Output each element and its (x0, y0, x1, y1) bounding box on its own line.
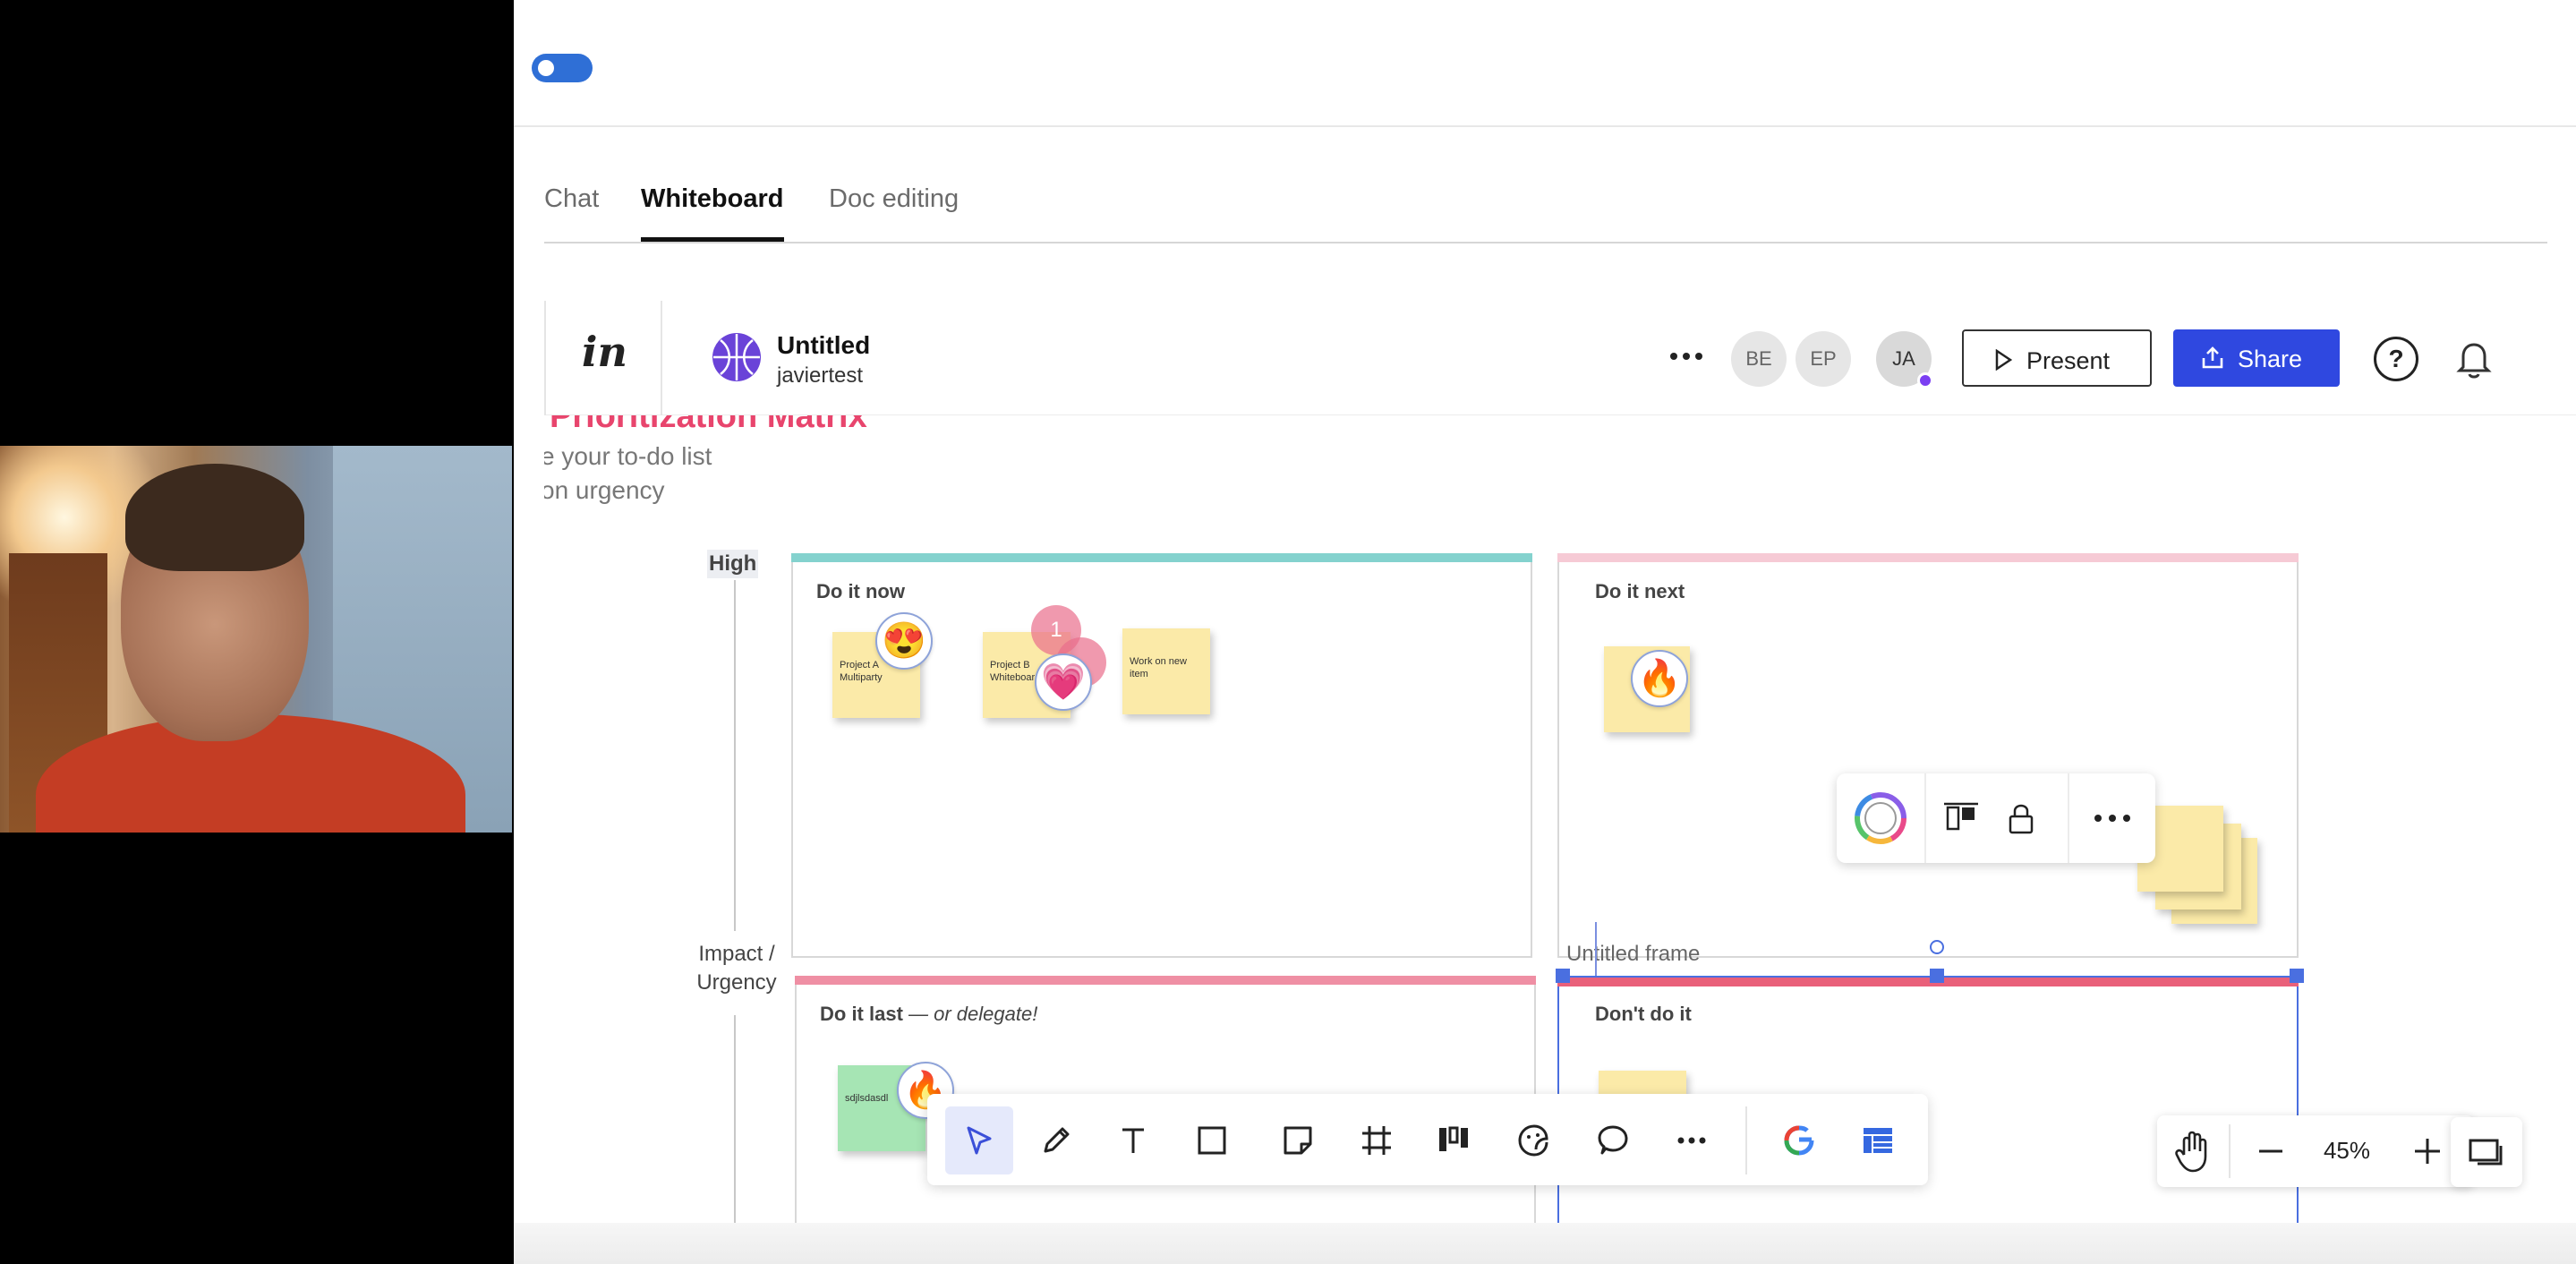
more-icon (1677, 1137, 1706, 1144)
share-label: Share (2238, 346, 2303, 372)
invision-logo[interactable]: in (544, 301, 662, 415)
whiteboard-frame: in Untitled javiertest BE EP JA Present … (544, 301, 2576, 1223)
whiteboard-header: in Untitled javiertest BE EP JA Present … (544, 301, 2576, 415)
doc-owner: javiertest (777, 363, 864, 388)
main-toolbar (927, 1094, 1928, 1185)
sticky-note-work-new[interactable]: Work on new item (1122, 628, 1210, 714)
quadrant-title: Don't do it (1595, 1003, 1692, 1025)
grid-frame-icon (1362, 1126, 1391, 1155)
help-icon[interactable]: ? (2374, 337, 2418, 381)
sticker-tool[interactable] (1500, 1106, 1568, 1174)
quadrant-bar (1557, 978, 2299, 986)
axis-label-high: High (707, 550, 759, 578)
color-wheel-icon[interactable] (1837, 773, 1924, 863)
heart-reaction-icon[interactable]: 💗 (1035, 653, 1092, 711)
text-tool[interactable] (1099, 1106, 1167, 1174)
google-icon (1784, 1125, 1814, 1156)
quadrant-title-main: Do it last (820, 1003, 903, 1025)
pencil-icon (1044, 1127, 1070, 1153)
divider (2229, 1124, 2231, 1178)
logo-text: in (582, 328, 627, 376)
quadrant-bar (795, 976, 1536, 985)
axis-label-impact-line1: Impact / (698, 942, 775, 966)
axis-line-top (734, 580, 736, 931)
context-toolbar (1837, 773, 2155, 863)
fire-reaction-icon[interactable]: 🔥 (1631, 650, 1688, 707)
zoom-level[interactable]: 45% (2311, 1137, 2383, 1165)
minimap-toggle-icon[interactable] (2451, 1117, 2522, 1187)
quadrant-title-suffix: — or delegate! (902, 1003, 1038, 1025)
more-tools[interactable] (1658, 1106, 1726, 1174)
divider (1745, 1106, 1747, 1174)
bell-icon[interactable] (2452, 337, 2495, 381)
presence-dot (1917, 372, 1933, 389)
sticker-icon (1518, 1124, 1548, 1157)
cursor-icon (967, 1126, 992, 1155)
tab-chat[interactable]: Chat (544, 184, 599, 242)
hand-tool-icon[interactable] (2162, 1115, 2229, 1187)
quadrant-bar (1557, 553, 2299, 562)
webcam-video (0, 446, 512, 833)
template-tool[interactable] (1844, 1106, 1912, 1174)
tab-doc-editing[interactable]: Doc editing (829, 184, 959, 242)
rotate-handle[interactable] (1930, 940, 1944, 954)
rectangle-icon (1198, 1126, 1226, 1155)
heart-eyes-reaction-icon[interactable]: 😍 (875, 612, 933, 670)
share-button[interactable]: Share (2173, 329, 2340, 387)
video-panel (0, 0, 514, 1264)
zoom-out-icon[interactable] (2238, 1115, 2304, 1187)
play-icon (1995, 349, 2012, 371)
template-icon (1864, 1128, 1892, 1153)
frame-tool[interactable] (1343, 1106, 1411, 1174)
avatar-ep[interactable]: EP (1796, 331, 1851, 387)
align-icon[interactable] (1926, 773, 1994, 863)
more-icon[interactable] (2069, 773, 2155, 863)
quadrant-title: Do it last — or delegate! (820, 1003, 1037, 1026)
avatar-be[interactable]: BE (1731, 331, 1787, 387)
share-icon (2202, 346, 2223, 369)
top-bar (514, 0, 2576, 127)
matrix-subtitle-line1: e your to-do list (544, 442, 712, 470)
zoom-controls: 45% (2157, 1115, 2474, 1187)
resize-handle[interactable] (1556, 969, 1570, 983)
columns-tool[interactable] (1420, 1106, 1488, 1174)
toggle-switch[interactable] (532, 54, 593, 82)
resize-handle[interactable] (1930, 969, 1944, 983)
app-window: Chat Whiteboard Doc editing in Untitled (514, 0, 2576, 1264)
shape-tool[interactable] (1178, 1106, 1246, 1174)
present-button[interactable]: Present (1962, 329, 2152, 387)
pencil-tool[interactable] (1022, 1106, 1090, 1174)
quadrant-bar (791, 553, 1532, 562)
sticky-note-icon (1284, 1126, 1312, 1155)
avatar-ja-label: JA (1892, 347, 1915, 370)
tab-bar: Chat Whiteboard Doc editing (544, 170, 2547, 243)
comment-tool[interactable] (1579, 1106, 1647, 1174)
resize-handle[interactable] (2290, 969, 2304, 983)
avatar-ja[interactable]: JA (1876, 331, 1933, 389)
text-icon (1122, 1128, 1144, 1153)
present-label: Present (2026, 347, 2111, 374)
google-integration[interactable] (1765, 1106, 1833, 1174)
axis-label-impact-line2: Urgency (696, 970, 777, 995)
axis-label-impact: Impact / Urgency (670, 940, 804, 997)
screen: Chat Whiteboard Doc editing in Untitled (0, 0, 2576, 1264)
status-strip (514, 1223, 2576, 1264)
frame-label[interactable]: Untitled frame (1566, 942, 1700, 967)
quadrant-title: Do it now (816, 580, 905, 602)
columns-icon (1439, 1126, 1468, 1151)
comment-icon (1598, 1125, 1628, 1155)
quadrant-do-it-now[interactable]: Do it now Project A Multiparty 😍 Project… (791, 553, 1532, 958)
quadrant-title: Do it next (1595, 580, 1685, 602)
more-options-icon[interactable] (1661, 338, 1711, 374)
lock-icon[interactable] (1994, 773, 2050, 863)
rotation-guide (1595, 922, 1597, 976)
matrix-subtitle-line2: on urgency (544, 476, 665, 504)
select-tool[interactable] (945, 1106, 1013, 1174)
quadrant-do-it-next[interactable]: Do it next 🔥 (1557, 553, 2299, 958)
doc-title[interactable]: Untitled (777, 331, 870, 360)
basketball-icon[interactable] (712, 333, 761, 381)
axis-line-bottom (734, 1015, 736, 1223)
tab-whiteboard[interactable]: Whiteboard (641, 184, 784, 242)
sticky-note-tool[interactable] (1264, 1106, 1332, 1174)
